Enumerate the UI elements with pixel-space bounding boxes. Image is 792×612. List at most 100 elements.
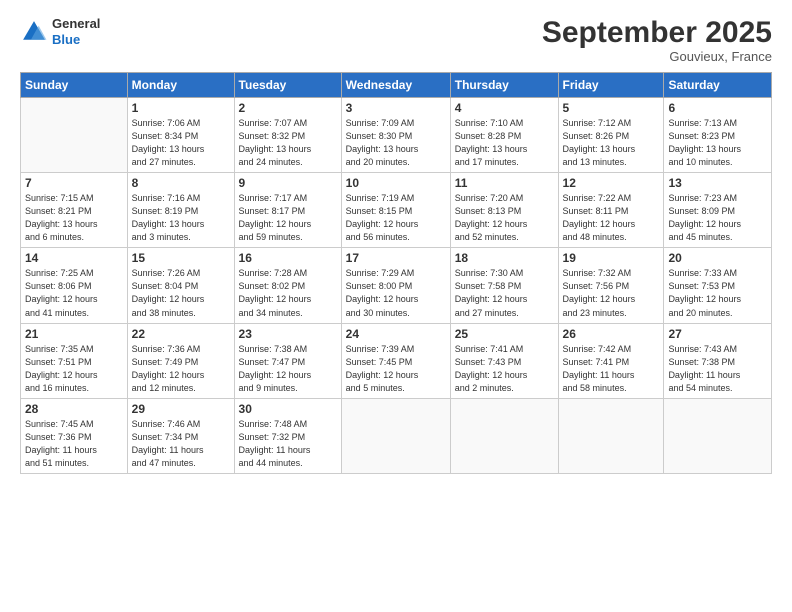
day-info: Sunrise: 7:12 AM Sunset: 8:26 PM Dayligh… [563,117,660,169]
day-info: Sunrise: 7:36 AM Sunset: 7:49 PM Dayligh… [132,343,230,395]
day-info: Sunrise: 7:46 AM Sunset: 7:34 PM Dayligh… [132,418,230,470]
calendar-cell: 10 Sunrise: 7:19 AM Sunset: 8:15 PM Dayli… [341,173,450,248]
calendar-cell: 1Sunrise: 7:06 AM Sunset: 8:34 PM Daylig… [127,98,234,173]
day-info: Sunrise: 7:19 AM Sunset: 8:15 PM Dayligh… [346,192,446,244]
logo-general-text: General [52,16,100,32]
day-info: Sunrise: 7:15 AM Sunset: 8:21 PM Dayligh… [25,192,123,244]
day-number: 24 [346,327,446,341]
day-number: 11 [455,176,554,190]
day-info: Sunrise: 7:10 AM Sunset: 8:28 PM Dayligh… [455,117,554,169]
day-info: Sunrise: 7:09 AM Sunset: 8:30 PM Dayligh… [346,117,446,169]
logo-text: General Blue [52,16,100,47]
day-number: 18 [455,251,554,265]
logo-icon [20,18,48,46]
day-number: 14 [25,251,123,265]
day-number: 4 [455,101,554,115]
day-number: 15 [132,251,230,265]
day-info: Sunrise: 7:25 AM Sunset: 8:06 PM Dayligh… [25,267,123,319]
day-info: Sunrise: 7:29 AM Sunset: 8:00 PM Dayligh… [346,267,446,319]
calendar-cell: 29 Sunrise: 7:46 AM Sunset: 7:34 PM Dayli… [127,398,234,473]
calendar-cell: 18 Sunrise: 7:30 AM Sunset: 7:58 PM Dayli… [450,248,558,323]
calendar-cell: 4 Sunrise: 7:10 AM Sunset: 8:28 PM Daylig… [450,98,558,173]
day-number: 29 [132,402,230,416]
weekday-header: Tuesday [234,73,341,98]
weekday-header: Friday [558,73,664,98]
day-number: 23 [239,327,337,341]
day-number: 13 [668,176,767,190]
weekday-header: Monday [127,73,234,98]
day-number: 16 [239,251,337,265]
day-number: 27 [668,327,767,341]
calendar-cell: 7 Sunrise: 7:15 AM Sunset: 8:21 PM Daylig… [21,173,128,248]
weekday-header-row: SundayMondayTuesdayWednesdayThursdayFrid… [21,73,772,98]
calendar-cell: 16Sunrise: 7:28 AM Sunset: 8:02 PM Dayli… [234,248,341,323]
calendar-cell: 23Sunrise: 7:38 AM Sunset: 7:47 PM Dayli… [234,323,341,398]
day-number: 2 [239,101,337,115]
day-info: Sunrise: 7:16 AM Sunset: 8:19 PM Dayligh… [132,192,230,244]
calendar: SundayMondayTuesdayWednesdayThursdayFrid… [20,72,772,474]
day-number: 9 [239,176,337,190]
day-info: Sunrise: 7:22 AM Sunset: 8:11 PM Dayligh… [563,192,660,244]
day-number: 28 [25,402,123,416]
calendar-cell [21,98,128,173]
day-info: Sunrise: 7:06 AM Sunset: 8:34 PM Dayligh… [132,117,230,169]
calendar-cell: 15 Sunrise: 7:26 AM Sunset: 8:04 PM Dayli… [127,248,234,323]
day-number: 7 [25,176,123,190]
day-info: Sunrise: 7:43 AM Sunset: 7:38 PM Dayligh… [668,343,767,395]
calendar-cell [664,398,772,473]
day-info: Sunrise: 7:42 AM Sunset: 7:41 PM Dayligh… [563,343,660,395]
calendar-cell: 5 Sunrise: 7:12 AM Sunset: 8:26 PM Daylig… [558,98,664,173]
header: General Blue September 2025 Gouvieux, Fr… [20,16,772,64]
calendar-week-row: 21 Sunrise: 7:35 AM Sunset: 7:51 PM Dayli… [21,323,772,398]
calendar-cell: 27 Sunrise: 7:43 AM Sunset: 7:38 PM Dayli… [664,323,772,398]
day-info: Sunrise: 7:41 AM Sunset: 7:43 PM Dayligh… [455,343,554,395]
calendar-cell [558,398,664,473]
day-number: 12 [563,176,660,190]
calendar-cell: 13Sunrise: 7:23 AM Sunset: 8:09 PM Dayli… [664,173,772,248]
calendar-cell: 24 Sunrise: 7:39 AM Sunset: 7:45 PM Dayli… [341,323,450,398]
weekday-header: Thursday [450,73,558,98]
day-number: 8 [132,176,230,190]
day-info: Sunrise: 7:39 AM Sunset: 7:45 PM Dayligh… [346,343,446,395]
calendar-cell [341,398,450,473]
calendar-week-row: 28 Sunrise: 7:45 AM Sunset: 7:36 PM Dayli… [21,398,772,473]
month-title: September 2025 [542,16,772,49]
day-number: 19 [563,251,660,265]
calendar-cell: 19 Sunrise: 7:32 AM Sunset: 7:56 PM Dayli… [558,248,664,323]
calendar-cell: 17Sunrise: 7:29 AM Sunset: 8:00 PM Dayli… [341,248,450,323]
day-number: 6 [668,101,767,115]
day-info: Sunrise: 7:33 AM Sunset: 7:53 PM Dayligh… [668,267,767,319]
day-number: 3 [346,101,446,115]
day-info: Sunrise: 7:32 AM Sunset: 7:56 PM Dayligh… [563,267,660,319]
day-number: 22 [132,327,230,341]
day-info: Sunrise: 7:13 AM Sunset: 8:23 PM Dayligh… [668,117,767,169]
logo-blue-text: Blue [52,32,100,48]
day-info: Sunrise: 7:30 AM Sunset: 7:58 PM Dayligh… [455,267,554,319]
day-info: Sunrise: 7:45 AM Sunset: 7:36 PM Dayligh… [25,418,123,470]
day-number: 10 [346,176,446,190]
calendar-cell: 6 Sunrise: 7:13 AM Sunset: 8:23 PM Daylig… [664,98,772,173]
day-number: 26 [563,327,660,341]
day-info: Sunrise: 7:17 AM Sunset: 8:17 PM Dayligh… [239,192,337,244]
day-number: 30 [239,402,337,416]
calendar-cell: 28 Sunrise: 7:45 AM Sunset: 7:36 PM Dayli… [21,398,128,473]
day-number: 5 [563,101,660,115]
day-info: Sunrise: 7:26 AM Sunset: 8:04 PM Dayligh… [132,267,230,319]
calendar-week-row: 7 Sunrise: 7:15 AM Sunset: 8:21 PM Daylig… [21,173,772,248]
calendar-week-row: 1Sunrise: 7:06 AM Sunset: 8:34 PM Daylig… [21,98,772,173]
calendar-cell: 14 Sunrise: 7:25 AM Sunset: 8:06 PM Dayli… [21,248,128,323]
day-info: Sunrise: 7:20 AM Sunset: 8:13 PM Dayligh… [455,192,554,244]
calendar-cell: 21 Sunrise: 7:35 AM Sunset: 7:51 PM Dayli… [21,323,128,398]
day-info: Sunrise: 7:07 AM Sunset: 8:32 PM Dayligh… [239,117,337,169]
weekday-header: Sunday [21,73,128,98]
day-info: Sunrise: 7:48 AM Sunset: 7:32 PM Dayligh… [239,418,337,470]
calendar-week-row: 14 Sunrise: 7:25 AM Sunset: 8:06 PM Dayli… [21,248,772,323]
day-number: 25 [455,327,554,341]
day-info: Sunrise: 7:35 AM Sunset: 7:51 PM Dayligh… [25,343,123,395]
day-number: 21 [25,327,123,341]
day-number: 20 [668,251,767,265]
calendar-cell: 20 Sunrise: 7:33 AM Sunset: 7:53 PM Dayli… [664,248,772,323]
calendar-cell: 3 Sunrise: 7:09 AM Sunset: 8:30 PM Daylig… [341,98,450,173]
calendar-cell: 8 Sunrise: 7:16 AM Sunset: 8:19 PM Daylig… [127,173,234,248]
calendar-cell: 25 Sunrise: 7:41 AM Sunset: 7:43 PM Dayli… [450,323,558,398]
